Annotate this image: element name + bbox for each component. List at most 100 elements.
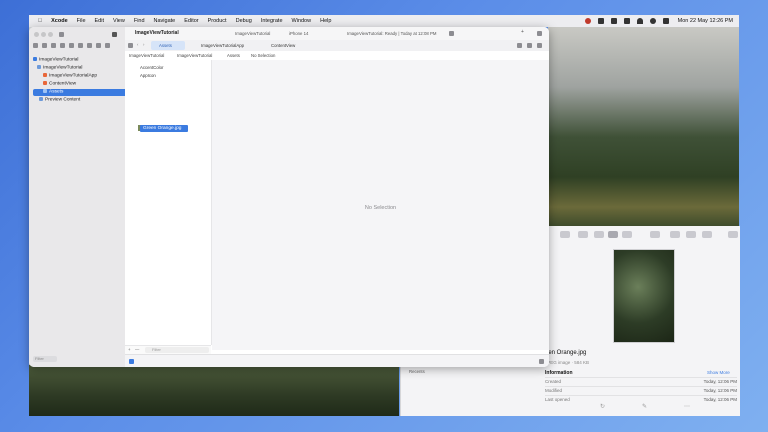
activity-status: ImageViewTutorial: Ready | Today at 12:0… (347, 31, 437, 36)
folder-icon[interactable] (33, 43, 38, 48)
menu-product[interactable]: Product (208, 18, 227, 24)
navigator-item-contentview[interactable]: ContentView (33, 81, 131, 88)
show-more-link[interactable]: Show More (707, 370, 730, 375)
destination-selector[interactable]: iPhone 14 (289, 31, 308, 36)
jump-bar-selection[interactable]: No Selection (251, 53, 275, 58)
share-icon[interactable] (670, 231, 680, 238)
desktop-wallpaper-photo (548, 27, 739, 227)
remove-asset-icon[interactable]: — (135, 347, 139, 352)
tab-assets[interactable]: Assets (151, 41, 185, 50)
project-navigator: ImageViewTutorial ImageViewTutorial Imag… (29, 27, 127, 367)
xcode-window: ImageViewTutorial ImageViewTutorial Imag… (29, 27, 549, 367)
menu-navigate[interactable]: Navigate (154, 18, 176, 24)
more-icon[interactable] (702, 231, 712, 238)
menu-app-name[interactable]: Xcode (51, 18, 68, 24)
wifi-icon[interactable] (636, 18, 643, 24)
jump-bar-assets[interactable]: Assets (227, 53, 240, 58)
menu-help[interactable]: Help (320, 18, 331, 24)
preview-view-mode-button[interactable] (608, 231, 618, 238)
menu-edit[interactable]: Edit (95, 18, 104, 24)
status-menu-icon[interactable] (597, 18, 604, 24)
report-icon[interactable] (105, 43, 110, 48)
window-close-button[interactable] (34, 32, 39, 37)
scheme-selector[interactable]: ImageViewTutorial (235, 31, 270, 36)
back-icon[interactable]: ‹ (137, 42, 138, 47)
navigator-item-preview-content[interactable]: Preview Content (33, 97, 127, 104)
minimap-icon[interactable] (539, 359, 544, 364)
battery-icon[interactable] (623, 18, 630, 24)
info-row-key: Modified (545, 388, 563, 393)
navigator-item-app-file[interactable]: ImageViewTutorialApp (33, 73, 131, 80)
sidebar-toggle-icon[interactable] (59, 32, 64, 37)
refresh-icon[interactable] (527, 43, 532, 48)
forward-icon[interactable]: › (143, 42, 144, 47)
menubar-clock[interactable]: Mon 22 May 12:26 PM (678, 18, 733, 24)
menu-file[interactable]: File (77, 18, 86, 24)
folder-icon (37, 65, 41, 69)
add-asset-icon[interactable]: + (128, 347, 131, 352)
navigator-filter-field[interactable]: Filter (33, 356, 57, 362)
test-icon[interactable] (78, 43, 83, 48)
source-control-icon[interactable] (42, 43, 47, 48)
folder-icon (39, 97, 43, 101)
activity-icon (449, 31, 454, 36)
search-icon[interactable] (728, 231, 738, 238)
info-row-key: Created (545, 379, 562, 384)
split-editor-icon[interactable] (537, 43, 542, 48)
code-review-icon[interactable] (517, 43, 522, 48)
rotate-icon[interactable]: ↻ (600, 403, 605, 413)
run-icon[interactable] (112, 32, 117, 37)
menu-window[interactable]: Window (292, 18, 312, 24)
asset-filter-field[interactable]: Filter (145, 347, 209, 353)
info-row-value: Today, 12:06 PM (703, 397, 737, 402)
window-zoom-button[interactable] (48, 32, 53, 37)
asset-item-accentcolor[interactable]: AccentColor (140, 65, 163, 70)
info-row-key: Last opened (545, 397, 570, 402)
record-icon[interactable] (584, 18, 591, 24)
project-title: ImageViewTutorial (135, 30, 179, 36)
grid-icon[interactable] (650, 231, 660, 238)
breakpoint-icon[interactable] (96, 43, 101, 48)
debug-area-bar (125, 354, 549, 367)
find-icon[interactable] (60, 43, 65, 48)
apple-icon[interactable]:  (38, 18, 42, 24)
image-thumbnail[interactable] (613, 249, 675, 343)
menu-find[interactable]: Find (134, 18, 145, 24)
debug-area-toggle-icon[interactable] (129, 359, 134, 364)
desktop-wallpaper-bottom (29, 365, 399, 416)
control-center-icon[interactable] (662, 18, 669, 24)
navigator-item-group[interactable]: ImageViewTutorial (33, 65, 125, 72)
symbol-icon[interactable] (51, 43, 56, 48)
issue-icon[interactable] (69, 43, 74, 48)
grid-icon[interactable] (128, 43, 133, 48)
add-icon[interactable]: + (521, 29, 524, 35)
debug-icon[interactable] (87, 43, 92, 48)
preview-toolbar-button[interactable] (560, 231, 570, 238)
preview-sidebar-recents[interactable]: Recents (409, 369, 425, 374)
navigator-item-project[interactable]: ImageViewTutorial (33, 57, 121, 64)
markup-icon[interactable]: ✎ (642, 403, 647, 413)
search-icon[interactable] (649, 18, 656, 24)
asset-item-appicon[interactable]: AppIcon (140, 73, 156, 78)
preview-toolbar-button[interactable] (622, 231, 632, 238)
menu-view[interactable]: View (113, 18, 125, 24)
navigator-item-assets[interactable]: Assets (33, 89, 127, 96)
jump-bar-group[interactable]: ImageViewTutorial (177, 53, 212, 58)
preview-toolbar-button[interactable] (594, 231, 604, 238)
dragged-asset-green-orange[interactable]: Green Orange.jpg (140, 125, 188, 132)
tab-contentview[interactable]: ContentView (265, 41, 305, 50)
bluetooth-icon[interactable] (610, 18, 617, 24)
window-minimize-button[interactable] (41, 32, 46, 37)
jump-bar-project[interactable]: ImageViewTutorial (129, 53, 164, 58)
inspector-toggle-icon[interactable] (537, 31, 542, 36)
tag-icon[interactable] (686, 231, 696, 238)
preview-toolbar-button[interactable] (578, 231, 588, 238)
menu-editor[interactable]: Editor (184, 18, 198, 24)
info-row-value: Today, 12:06 PM (703, 379, 737, 384)
menu-debug[interactable]: Debug (236, 18, 252, 24)
more-options-icon[interactable]: ⋯ (684, 403, 690, 413)
tab-imageviewtutorialapp[interactable]: ImageViewTutorialApp (195, 41, 255, 50)
project-icon (33, 57, 37, 61)
swift-file-icon (43, 73, 47, 77)
menu-integrate[interactable]: Integrate (261, 18, 283, 24)
